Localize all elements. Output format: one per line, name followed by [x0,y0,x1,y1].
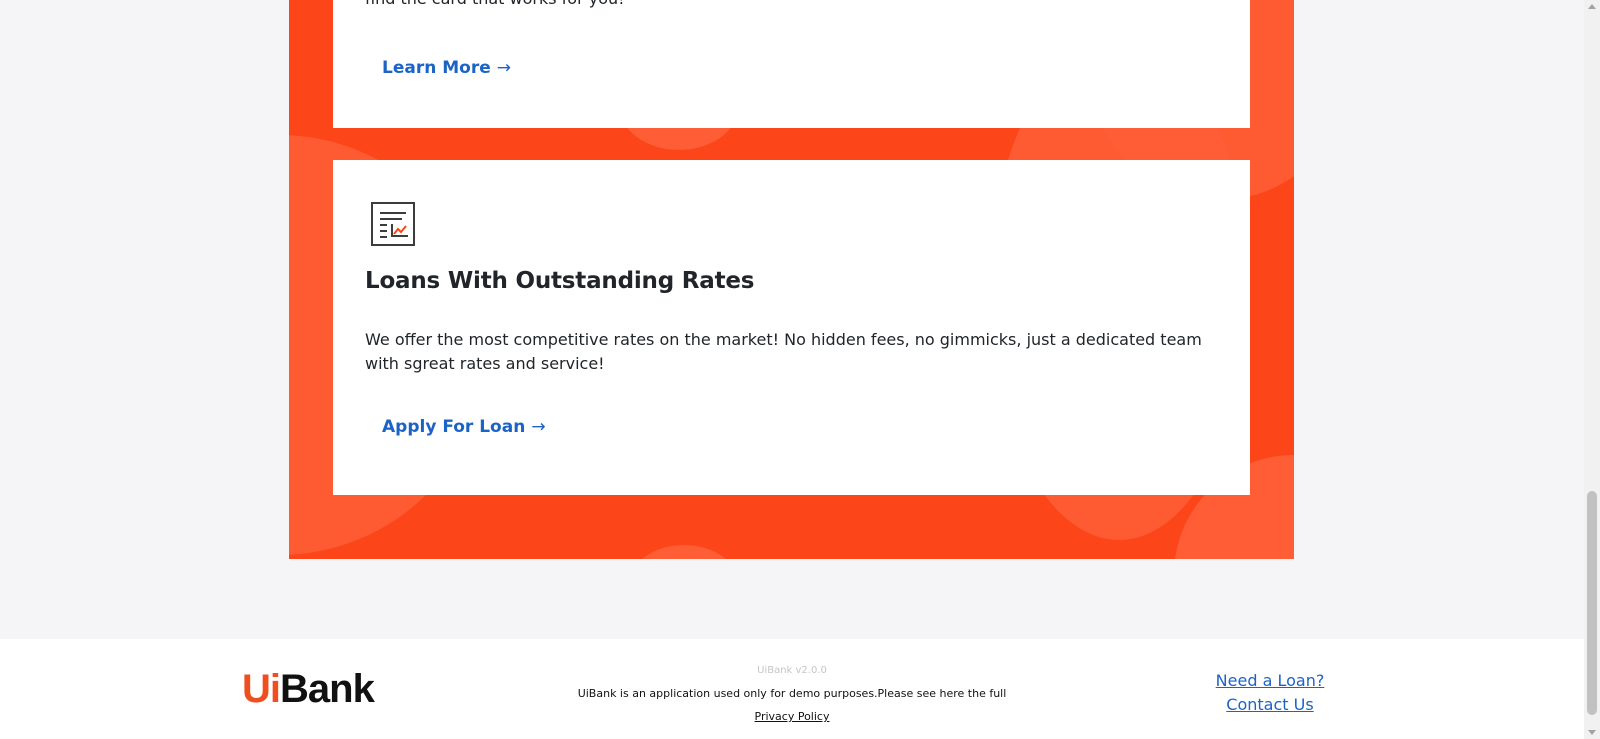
chart-report-icon [371,202,415,246]
scroll-up-icon[interactable] [1588,4,1596,9]
promo-section: find the card that works for you! Learn … [289,0,1294,559]
arrow-right-icon: → [531,417,546,437]
credit-card-feature-card: find the card that works for you! Learn … [333,0,1250,128]
scrollbar-thumb[interactable] [1587,491,1597,715]
learn-more-link[interactable]: Learn More → [382,58,511,78]
privacy-policy-link[interactable]: Privacy Policy [755,710,830,723]
site-footer: UiBank UiBank v2.0.0 UiBank is an applic… [0,639,1584,739]
loan-card-title: Loans With Outstanding Rates [365,268,755,294]
loan-feature-card: Loans With Outstanding Rates We offer th… [333,160,1250,495]
scroll-down-icon[interactable] [1588,730,1596,735]
apply-for-loan-link[interactable]: Apply For Loan → [382,417,546,437]
loan-card-description: We offer the most competitive rates on t… [365,330,1202,373]
version-label: UiBank v2.0.0 [757,665,827,676]
contact-us-link[interactable]: Contact Us [1195,693,1345,717]
need-a-loan-link[interactable]: Need a Loan? [1195,669,1345,693]
demo-disclaimer: UiBank is an application used only for d… [577,687,1007,700]
page-scrollbar[interactable] [1584,0,1600,739]
card-description: find the card that works for you! [365,0,625,11]
footer-links: Need a Loan? Contact Us [1195,669,1345,717]
arrow-right-icon: → [496,58,511,78]
decorative-blob [629,545,739,559]
